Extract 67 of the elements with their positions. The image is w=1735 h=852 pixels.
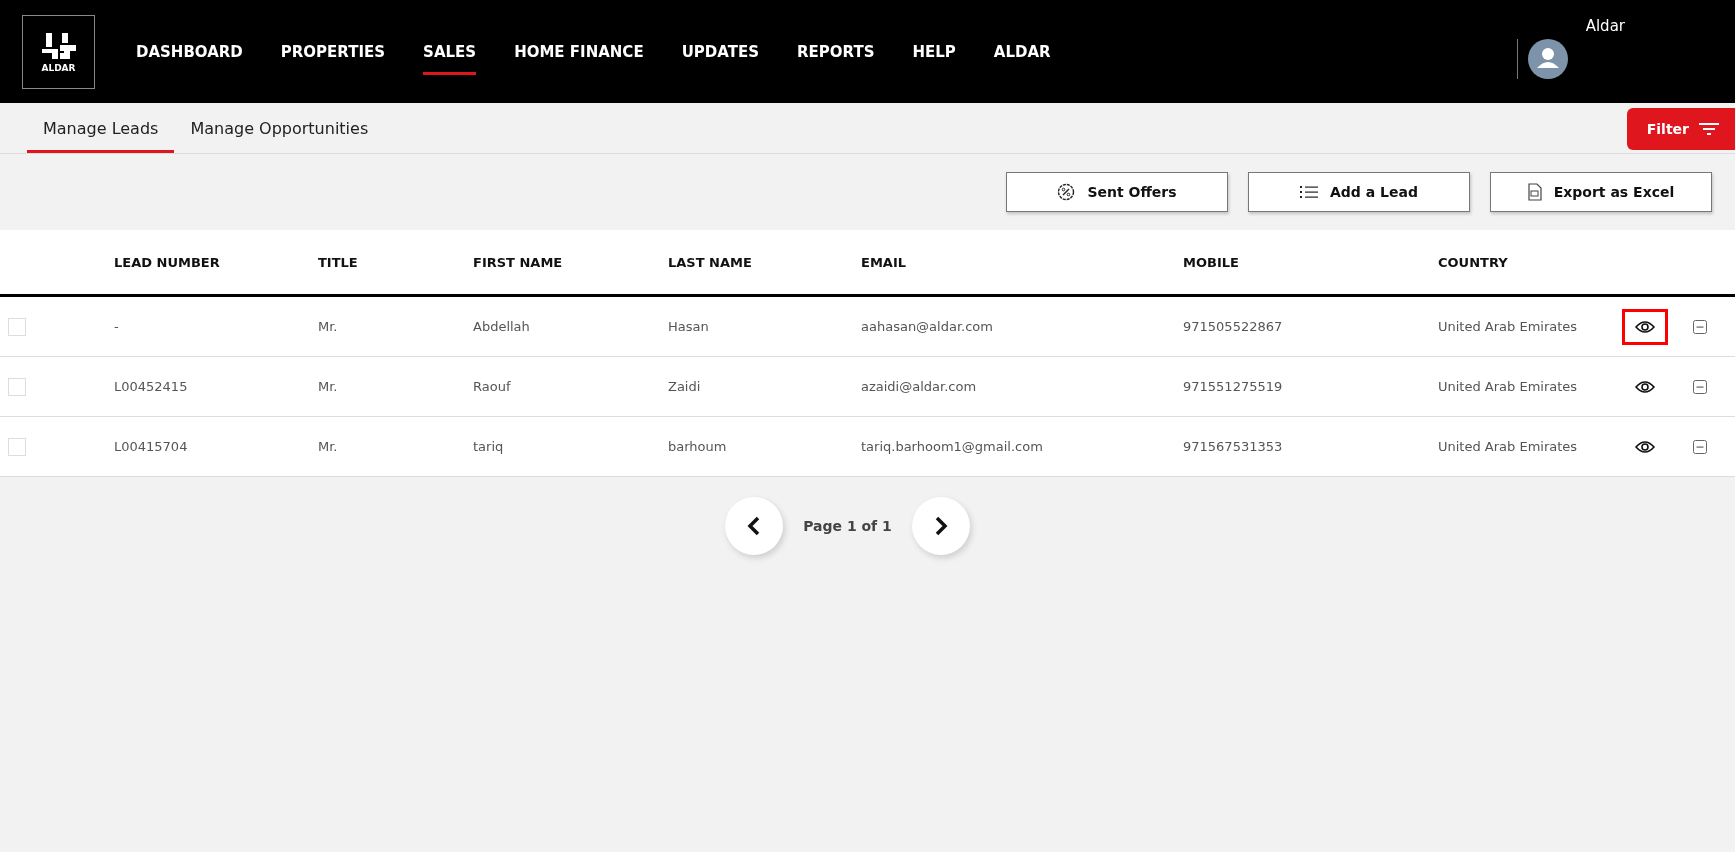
action-button[interactable]: Sent Offers <box>1006 172 1228 212</box>
nav-item[interactable]: REPORTS <box>778 0 894 103</box>
action-button[interactable]: Add a Lead <box>1248 172 1470 212</box>
column-header: COUNTRY <box>1438 254 1509 270</box>
next-page-button[interactable] <box>911 497 970 555</box>
table-cell-text: United Arab Emirates <box>1438 319 1579 334</box>
table-cell-text: Mr. <box>318 319 339 334</box>
view-button[interactable] <box>1622 308 1668 345</box>
nav-item[interactable]: ALDAR <box>974 0 1070 103</box>
table-cell-text: Abdellah <box>473 319 531 334</box>
table-cell-text: aahasan@aldar.com <box>861 319 994 334</box>
table-cell-text: Hasan <box>668 319 710 334</box>
nav-item[interactable]: HELP <box>893 0 975 103</box>
eye-icon <box>1635 379 1655 394</box>
list-icon <box>1300 185 1318 199</box>
row-checkbox[interactable] <box>8 317 26 336</box>
file-icon <box>1527 183 1542 201</box>
column-header: LEAD NUMBER <box>114 254 221 270</box>
tab[interactable]: Manage Leads <box>27 103 175 153</box>
minus-icon <box>1693 319 1707 334</box>
row-checkbox[interactable] <box>8 437 26 456</box>
chevron-left-icon <box>747 516 762 536</box>
nav-item[interactable]: SALES <box>404 0 496 103</box>
column-header: TITLE <box>318 254 359 270</box>
previous-page-button[interactable] <box>725 497 784 555</box>
chevron-right-icon <box>933 516 948 536</box>
column-header: MOBILE <box>1183 254 1240 270</box>
table-cell-text: 971567531353 <box>1183 439 1284 454</box>
eye-icon <box>1635 319 1655 334</box>
page-indicator: Page 1 of 1 <box>803 518 892 534</box>
column-header: FIRST NAME <box>473 254 564 270</box>
aldar-logo[interactable]: ALDAR <box>22 14 95 89</box>
percent-icon <box>1057 183 1076 201</box>
table-cell-text: L00452415 <box>114 379 189 394</box>
table-cell-text: L00415704 <box>114 439 189 454</box>
collapse-button[interactable] <box>1693 319 1707 334</box>
table-cell-text: barhoum <box>668 439 728 454</box>
table-cell-text: 971505522867 <box>1183 319 1284 334</box>
column-header: EMAIL <box>861 254 907 270</box>
table-cell-text: tariq <box>473 439 505 454</box>
row-checkbox[interactable] <box>8 377 26 396</box>
nav-item[interactable]: PROPERTIES <box>261 0 405 103</box>
table-cell-text: - <box>114 319 120 334</box>
table-cell-text: Mr. <box>318 379 339 394</box>
filter-icon <box>1699 122 1719 136</box>
action-button[interactable]: Export as Excel <box>1490 172 1712 212</box>
tab[interactable]: Manage Opportunities <box>174 103 385 153</box>
filter-button[interactable]: Filter <box>1626 108 1735 150</box>
minus-icon <box>1693 379 1707 394</box>
eye-icon <box>1635 439 1655 454</box>
nav-item[interactable]: UPDATES <box>662 0 778 103</box>
minus-icon <box>1693 439 1707 454</box>
table-cell-text: azaidi@aldar.com <box>861 379 978 394</box>
user-name: Aldar <box>1585 16 1625 35</box>
table-cell-text: tariq.barhoom1@gmail.com <box>861 439 1044 454</box>
table-cell-text: Raouf <box>473 379 512 394</box>
table-cell-text: United Arab Emirates <box>1438 379 1579 394</box>
nav-item[interactable]: HOME FINANCE <box>495 0 663 103</box>
collapse-button[interactable] <box>1693 379 1707 394</box>
column-header: LAST NAME <box>668 254 753 270</box>
nav-item[interactable]: DASHBOARD <box>117 0 262 103</box>
table-cell-text: 971551275519 <box>1183 379 1284 394</box>
table-cell-text: Zaidi <box>668 379 702 394</box>
avatar-icon[interactable] <box>1527 38 1568 79</box>
table-cell-text: Mr. <box>318 439 339 454</box>
collapse-button[interactable] <box>1693 439 1707 454</box>
table-cell-text: United Arab Emirates <box>1438 439 1579 454</box>
